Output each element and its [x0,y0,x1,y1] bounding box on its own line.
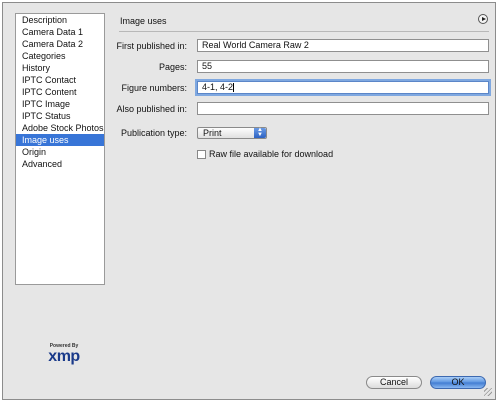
publication-type-value: Print [203,128,222,138]
sidebar-item-history[interactable]: History [16,62,104,74]
first-published-input[interactable]: Real World Camera Raw 2 [197,39,489,52]
category-list[interactable]: Description Camera Data 1 Camera Data 2 Cat… [15,13,105,285]
also-published-input[interactable] [197,102,489,115]
pages-input[interactable]: 55 [197,60,489,73]
updown-arrows-icon: ▲ ▼ [254,127,266,138]
panel-title: Image uses [120,16,167,26]
figure-numbers-input[interactable]: 4-1, 4-2 [197,81,489,94]
text-caret [233,83,235,93]
figure-numbers-value: 4-1, 4-2 [202,82,234,92]
figure-numbers-label: Figure numbers: [121,83,187,93]
cancel-button[interactable]: Cancel [366,376,422,389]
sidebar-item-advanced[interactable]: Advanced [16,158,104,170]
first-published-label: First published in: [116,41,187,51]
ok-button[interactable]: OK [430,376,486,389]
file-info-dialog: Description Camera Data 1 Camera Data 2 Cat… [2,2,496,400]
sidebar-item-iptc-image[interactable]: IPTC Image [16,98,104,110]
sidebar-item-adobe-stock-photos[interactable]: Adobe Stock Photos [16,122,104,134]
sidebar-item-iptc-contact[interactable]: IPTC Contact [16,74,104,86]
raw-available-label[interactable]: Raw file available for download [209,149,333,159]
pages-label: Pages: [158,62,187,72]
sidebar-item-image-uses[interactable]: Image uses [16,134,104,146]
xmp-logo: Powered By xmp [41,343,87,365]
sidebar-item-camera-data-1[interactable]: Camera Data 1 [16,26,104,38]
publication-type-label: Publication type: [120,128,187,138]
raw-available-checkbox[interactable] [197,150,206,159]
sidebar-item-description[interactable]: Description [16,14,104,26]
title-separator [119,31,489,32]
sidebar-item-iptc-status[interactable]: IPTC Status [16,110,104,122]
sidebar-item-origin[interactable]: Origin [16,146,104,158]
sidebar-item-camera-data-2[interactable]: Camera Data 2 [16,38,104,50]
xmp-logo-text: xmp [48,348,80,365]
sidebar-item-iptc-content[interactable]: IPTC Content [16,86,104,98]
also-published-label: Also published in: [116,104,187,114]
sidebar-item-categories[interactable]: Categories [16,50,104,62]
flyout-menu-icon[interactable] [478,14,488,24]
publication-type-select[interactable]: Print ▲ ▼ [197,127,267,139]
resize-grip[interactable] [484,388,492,396]
